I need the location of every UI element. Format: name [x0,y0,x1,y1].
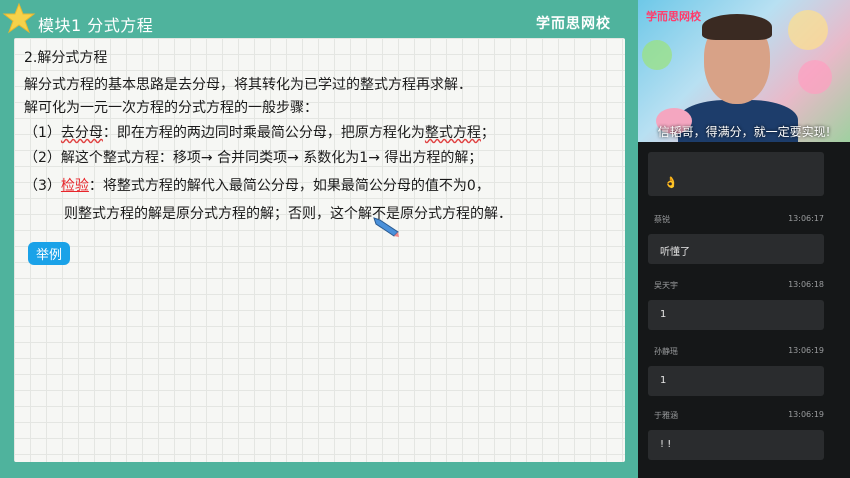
chat-message: 1 [648,366,824,396]
teacher-hair [702,14,772,40]
slide-title: 模块1 分式方程 [38,16,154,35]
step-2: （2）解这个整式方程：移项→ 合并同类项→ 系数化为1→ 得出方程的解； [24,147,482,167]
step-3-text: ：将整式方程的解代入最简公分母，如果最简公分母的值不为0， [88,178,490,194]
section-heading: 2.解分式方程 [24,50,108,66]
chat-text: 1 [660,309,667,320]
example-badge[interactable]: 举例 [28,242,71,265]
decor-bubble [642,40,672,70]
video-logo: 学而思网校 [646,10,701,23]
step-1-keyword: 去分母 [60,125,103,141]
chat-text: 1 [660,375,667,386]
step-3: （3）检验：将整式方程的解代入最简公分母，如果最简公分母的值不为0， [24,175,490,195]
chat-timestamp: 13:06:19 [788,346,824,355]
chat-message: 听懂了 [648,234,824,264]
chat-username: 蔡锐 [654,215,670,224]
step-1-end: ； [480,125,495,141]
chat-message: ! ! [648,430,824,460]
step-3-number: （3） [24,178,61,194]
step-2-number: （2） [24,150,61,166]
step-3-line-2: 则整式方程的解是原分式方程的解；否则，这个解不是原分式方程的解． [64,206,512,222]
chat-message: 1 [648,300,824,330]
paragraph-2: 解可化为一元一次方程的分式方程的一般步骤： [24,100,318,116]
chat-message: 👌 [648,152,824,196]
chat-username: 孙静瑶 [654,347,678,356]
chat-text: ! ! [660,439,672,450]
chat-username: 吴天宇 [654,281,678,290]
chat-timestamp: 13:06:17 [788,214,824,223]
step-1-text: ：即在方程的两边同时乘最简公分母，把原方程化为 [102,125,425,141]
chat-timestamp: 13:06:19 [788,410,824,419]
chat-username: 于雅涵 [654,411,678,420]
teacher-video: 学而思网校 信韬哥，得满分，就一定要实现! [638,0,850,142]
paragraph-1: 解分式方程的基本思路是去分母，将其转化为已学过的整式方程再求解． [24,77,472,93]
star-icon [2,2,36,34]
slide-area: 模块1 分式方程 学而思网校 2.解分式方程 解分式方程的基本思路是去分母，将其… [0,0,638,478]
sidebar: 学而思网校 信韬哥，得满分，就一定要实现! 👌 蔡锐 13:06:17 听懂了 … [638,0,850,478]
step-2-text: 解这个整式方程：移项→ 合并同类项→ 系数化为1→ 得出方程的解； [60,150,483,166]
decor-bubble [798,60,832,94]
ok-emoji-icon: 👌 [664,176,678,189]
chat-text: 听懂了 [660,247,690,258]
pen-cursor-icon [373,217,399,237]
video-caption: 信韬哥，得满分，就一定要实现! [657,125,831,139]
whiteboard: 2.解分式方程 解分式方程的基本思路是去分母，将其转化为已学过的整式方程再求解．… [14,38,625,462]
brand-logo: 学而思网校 [536,16,611,32]
step-3-keyword: 检验 [60,178,89,194]
step-1-keyword-2: 整式方程 [424,125,481,141]
chat-timestamp: 13:06:18 [788,280,824,289]
step-1: （1）去分母：即在方程的两边同时乘最简公分母，把原方程化为整式方程； [24,122,495,142]
step-1-number: （1） [24,125,61,141]
decor-bubble [788,10,828,50]
chat-panel: 👌 蔡锐 13:06:17 听懂了 吴天宇 13:06:18 1 孙静瑶 13:… [646,152,842,472]
